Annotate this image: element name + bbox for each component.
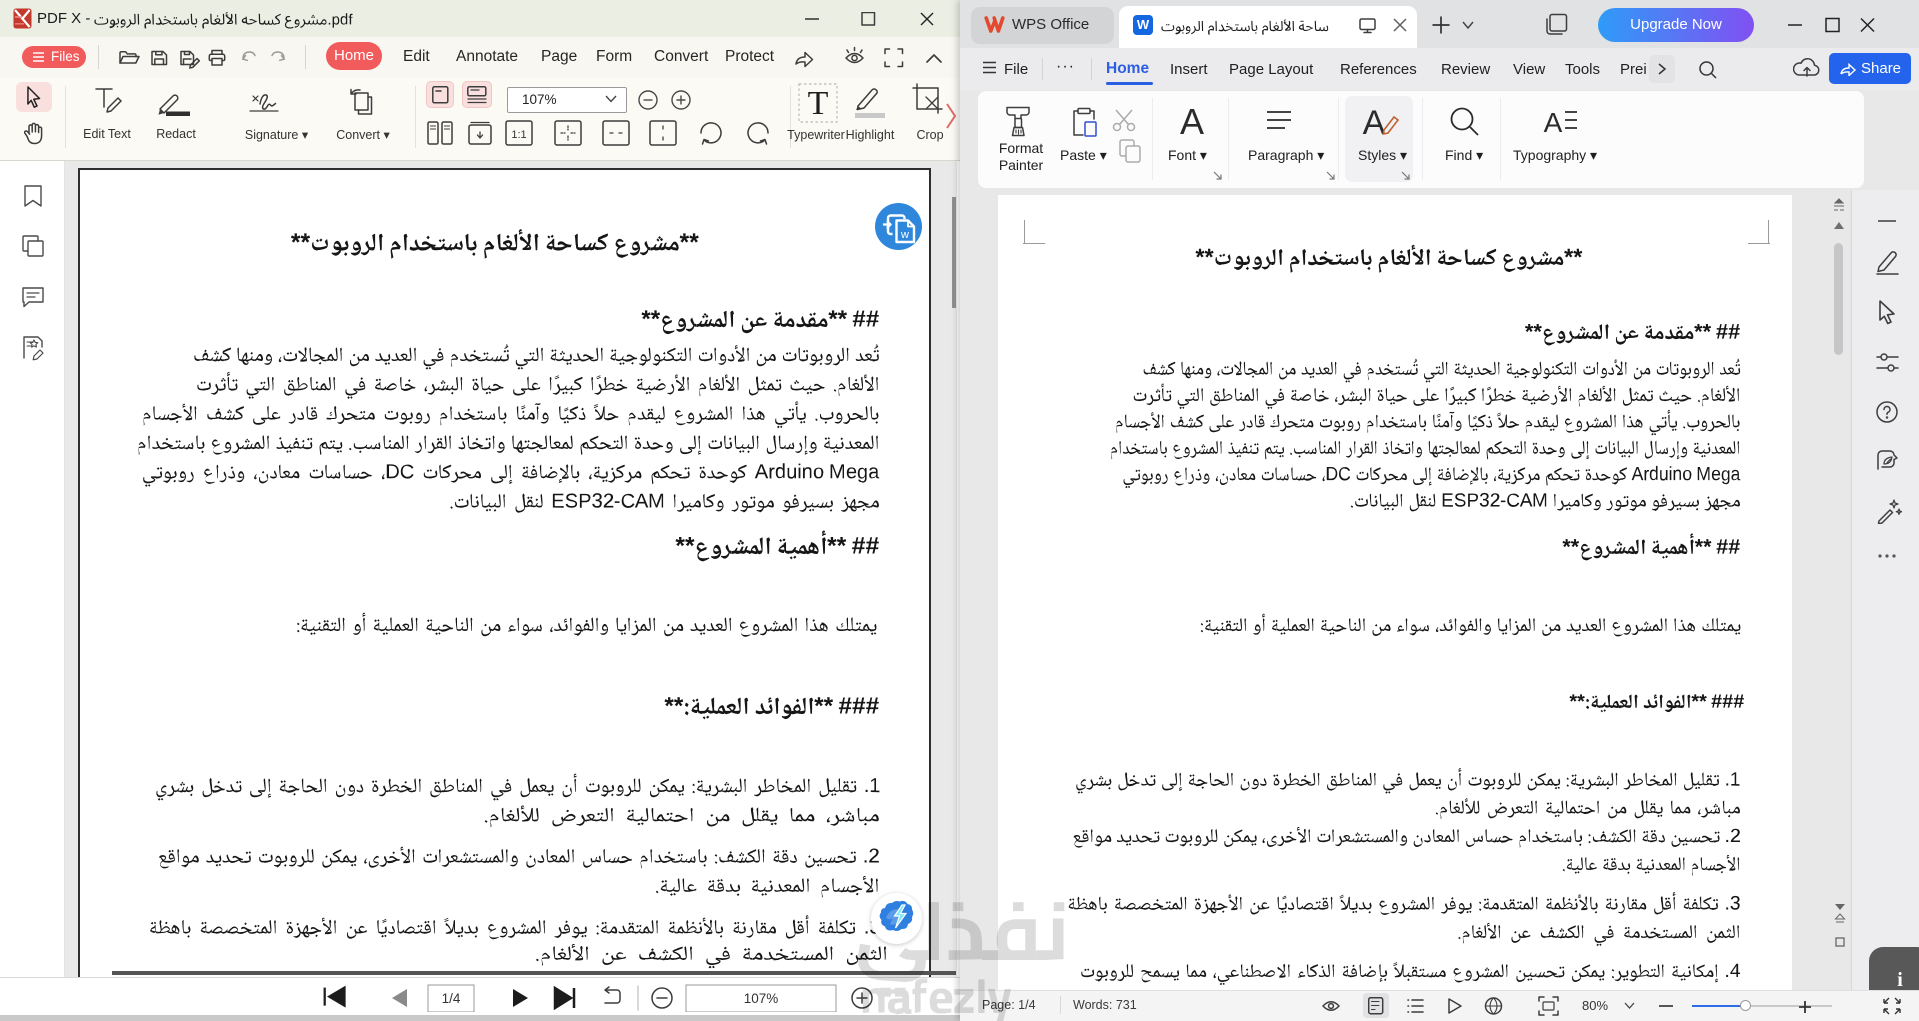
svg-text:107%: 107% [744, 991, 779, 1006]
svg-text:A: A [1544, 108, 1563, 138]
svg-text:A: A [1180, 104, 1204, 138]
svg-text:A: A [1363, 104, 1386, 140]
svg-text:w: w [900, 229, 909, 241]
svg-text:1/4: 1/4 [442, 991, 461, 1006]
svg-text:1:1: 1:1 [511, 129, 526, 141]
svg-text:T: T [808, 85, 829, 122]
